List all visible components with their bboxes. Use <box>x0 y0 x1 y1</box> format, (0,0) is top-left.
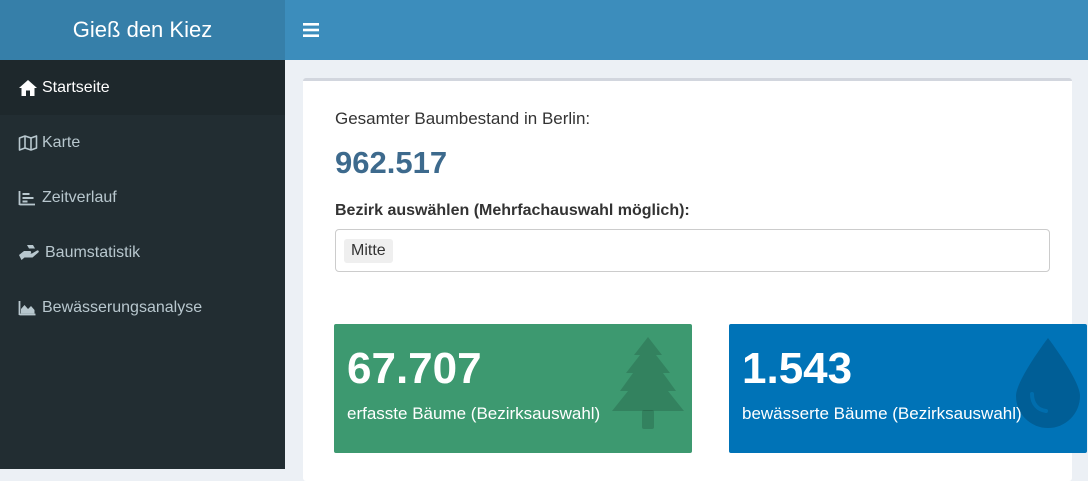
overview-box: Gesamter Baumbestand in Berlin: 962.517 … <box>303 78 1087 481</box>
sidebar-item-karte[interactable]: Karte <box>0 115 285 170</box>
sidebar-item-startseite[interactable]: Startseite <box>0 60 285 115</box>
map-icon <box>18 133 42 153</box>
sidebar-item-label: Zeitverlauf <box>42 188 117 206</box>
sidebar-item-bewaesserungsanalyse[interactable]: Bewässerungsanalyse <box>0 280 285 335</box>
total-trees-label: Gesamter Baumbestand in Berlin: <box>335 109 591 128</box>
selected-district-chip[interactable]: Mitte <box>344 239 393 263</box>
total-trees-value: 962.517 <box>335 145 448 180</box>
watered-trees-value: 1.543 <box>742 344 853 393</box>
app-logo[interactable]: Gieß den Kiez <box>0 0 285 60</box>
home-icon <box>18 78 42 98</box>
main-content: Gesamter Baumbestand in Berlin: 962.517 … <box>285 60 1088 481</box>
bars-icon <box>303 23 319 37</box>
sidebar-item-label: Baumstatistik <box>45 243 141 261</box>
area-chart-icon <box>18 298 42 318</box>
hand-holding-icon <box>18 243 45 263</box>
tree-icon <box>612 337 684 429</box>
sidebar-item-zeitverlauf[interactable]: Zeitverlauf <box>0 170 285 225</box>
sidebar-item-label: Karte <box>42 133 81 151</box>
watered-trees-caption: bewässerte Bäume (Bezirksauswahl) <box>742 404 1022 423</box>
recorded-trees-value: 67.707 <box>347 344 482 393</box>
timeline-icon <box>18 188 42 208</box>
sidebar: Startseite Karte Zeitverlauf Baumstatist… <box>0 60 285 469</box>
district-select-label: Bezirk auswählen (Mehrfachauswahl möglic… <box>335 202 690 219</box>
sidebar-item-label: Bewässerungsanalyse <box>42 298 203 316</box>
district-select-input[interactable]: Mitte <box>335 229 1050 272</box>
sidebar-item-label: Startseite <box>42 78 110 96</box>
top-navbar <box>285 0 1088 60</box>
tint-icon <box>1016 338 1080 428</box>
recorded-trees-caption: erfasste Bäume (Bezirksauswahl) <box>347 404 601 423</box>
value-box-watered-trees: 1.543 bewässerte Bäume (Bezirksauswahl) <box>729 324 1087 453</box>
value-box-recorded-trees: 67.707 erfasste Bäume (Bezirksauswahl) <box>334 324 692 453</box>
app-title: Gieß den Kiez <box>72 17 213 42</box>
sidebar-toggle-button[interactable] <box>285 0 337 60</box>
sidebar-item-baumstatistik[interactable]: Baumstatistik <box>0 225 285 280</box>
